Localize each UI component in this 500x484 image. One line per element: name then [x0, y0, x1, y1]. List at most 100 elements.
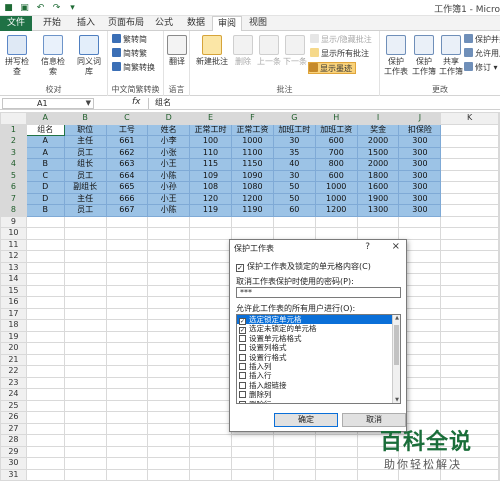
cell[interactable]: 600 — [314, 169, 358, 182]
cell[interactable] — [189, 422, 232, 435]
cell[interactable] — [189, 296, 232, 309]
cell[interactable] — [105, 215, 149, 228]
cell[interactable] — [25, 468, 65, 481]
share-workbook-button[interactable]: 共享 工作簿 — [438, 35, 464, 77]
cell[interactable]: 50 — [272, 192, 316, 205]
cell[interactable]: 1300 — [356, 204, 400, 217]
cell[interactable]: 加班工时 — [272, 123, 316, 136]
cell[interactable]: 1190 — [230, 204, 274, 217]
permission-item[interactable]: 删除列 — [237, 390, 400, 399]
cell[interactable]: 1000 — [230, 135, 274, 148]
cell[interactable] — [189, 376, 232, 389]
cell[interactable] — [63, 422, 107, 435]
cell[interactable]: 663 — [105, 158, 149, 171]
cell[interactable]: 主任 — [63, 135, 107, 148]
cell[interactable]: 119 — [189, 204, 232, 217]
cell[interactable] — [147, 342, 191, 355]
row-header[interactable]: 19 — [0, 330, 27, 343]
cell[interactable] — [440, 319, 499, 332]
research-button[interactable]: 信息检索 — [38, 35, 68, 77]
column-header[interactable]: J — [398, 112, 442, 125]
cell[interactable] — [272, 227, 316, 240]
checkbox-empty-icon[interactable] — [239, 400, 246, 403]
cell[interactable] — [398, 215, 442, 228]
insert-function-icon[interactable]: fx — [132, 97, 141, 107]
checkbox-checked-icon[interactable]: ✓ — [236, 264, 244, 272]
new-comment-button[interactable]: 新建批注 — [194, 35, 230, 67]
row-header[interactable]: 10 — [0, 227, 27, 240]
cell[interactable] — [272, 468, 316, 481]
checkbox-empty-icon[interactable] — [239, 391, 246, 399]
row-header[interactable]: 27 — [0, 422, 27, 435]
column-header[interactable]: H — [314, 112, 358, 125]
cell[interactable] — [25, 445, 65, 458]
cell[interactable]: 1200 — [314, 204, 358, 217]
cell[interactable] — [440, 158, 499, 171]
cell[interactable]: 扣保险 — [398, 123, 442, 136]
cell[interactable] — [147, 434, 191, 447]
cell[interactable] — [440, 261, 499, 274]
permission-item[interactable]: 插入列 — [237, 362, 400, 371]
cell[interactable] — [63, 468, 107, 481]
cell[interactable] — [189, 227, 232, 240]
select-all-corner[interactable] — [0, 112, 27, 125]
cell[interactable] — [25, 342, 65, 355]
tab-insert[interactable]: 插入 — [72, 16, 100, 31]
cell[interactable] — [440, 284, 499, 297]
cell[interactable] — [189, 215, 232, 228]
cell[interactable] — [63, 296, 107, 309]
cell[interactable] — [147, 227, 191, 240]
cell[interactable]: 661 — [105, 135, 149, 148]
cell[interactable]: 奖金 — [356, 123, 400, 136]
scroll-down-icon[interactable]: ▼ — [393, 397, 400, 403]
cell[interactable] — [63, 411, 107, 424]
show-hide-comment-button[interactable]: 显示/隐藏批注 — [310, 34, 372, 46]
row-header[interactable]: 22 — [0, 365, 27, 378]
cell[interactable] — [147, 353, 191, 366]
cell[interactable] — [63, 445, 107, 458]
cell[interactable] — [440, 181, 499, 194]
tab-home[interactable]: 开始 — [38, 16, 66, 31]
cell[interactable] — [440, 123, 499, 136]
cell[interactable]: 120 — [189, 192, 232, 205]
cell[interactable] — [105, 411, 149, 424]
cell[interactable] — [189, 457, 232, 470]
cell[interactable] — [356, 227, 400, 240]
cell[interactable]: 小孙 — [147, 181, 191, 194]
cell[interactable] — [63, 250, 107, 263]
cell[interactable] — [63, 261, 107, 274]
cell[interactable] — [189, 307, 232, 320]
cell[interactable]: 组长 — [63, 158, 107, 171]
cell[interactable] — [147, 284, 191, 297]
cell[interactable] — [105, 445, 149, 458]
cell[interactable] — [63, 365, 107, 378]
cell[interactable]: C — [25, 169, 65, 182]
cell[interactable] — [147, 411, 191, 424]
cell[interactable] — [25, 215, 65, 228]
cell[interactable] — [147, 273, 191, 286]
spell-check-button[interactable]: 拼写检查 — [2, 35, 32, 77]
cell[interactable] — [25, 422, 65, 435]
row-header[interactable]: 28 — [0, 434, 27, 447]
cell[interactable] — [63, 457, 107, 470]
permissions-scrollbar[interactable]: ▲ ▼ — [392, 315, 400, 403]
cell[interactable] — [189, 330, 232, 343]
checkbox-empty-icon[interactable] — [239, 334, 246, 342]
cell[interactable]: 1900 — [356, 192, 400, 205]
cell[interactable]: 1100 — [230, 146, 274, 159]
cell[interactable]: 员工 — [63, 169, 107, 182]
cell[interactable] — [147, 365, 191, 378]
cell[interactable] — [189, 468, 232, 481]
translate-button[interactable]: 翻译 — [162, 35, 192, 67]
row-header[interactable]: 31 — [0, 468, 27, 481]
cell[interactable]: 300 — [398, 158, 442, 171]
cell[interactable]: 小王 — [147, 192, 191, 205]
cell[interactable]: 115 — [189, 158, 232, 171]
cell[interactable] — [147, 445, 191, 458]
cell[interactable] — [147, 399, 191, 412]
cell[interactable] — [440, 330, 499, 343]
prev-comment-button[interactable]: 上一条 — [256, 35, 282, 67]
cell[interactable] — [147, 250, 191, 263]
cell[interactable] — [147, 296, 191, 309]
cell[interactable] — [189, 250, 232, 263]
